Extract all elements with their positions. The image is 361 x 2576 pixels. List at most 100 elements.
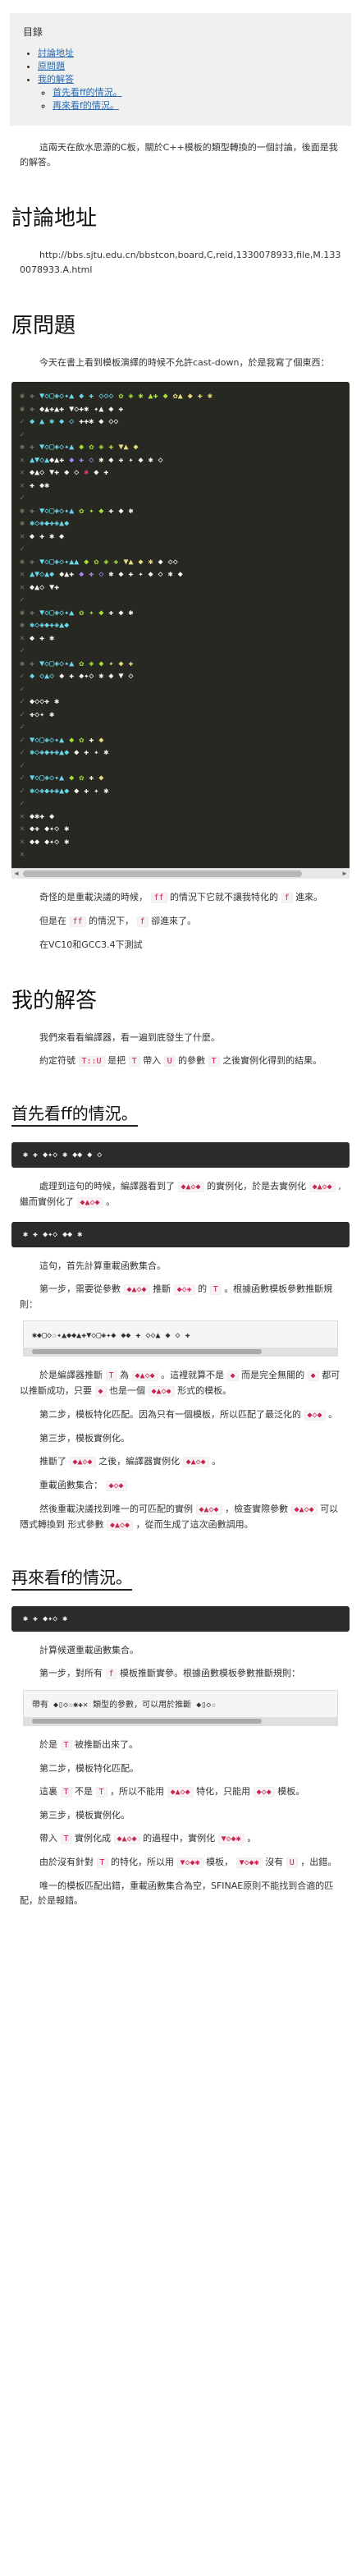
toc-link-problem[interactable]: 原問題	[38, 61, 65, 71]
ff-p2: 這句，首先計算重載函數集合。	[39, 1260, 166, 1271]
ff-p1: 處理到這句的時候，編譯器看到了 ◆▲◇◆ 的實例化，於是去實例化 ◆▲◇◆ ,繼…	[20, 1179, 341, 1210]
code-line: ✱ ✱◇◈◆✚◈▲◆	[20, 621, 70, 630]
scroll-left-icon[interactable]: ◀	[11, 869, 21, 879]
text: 第一步，需要從參數	[39, 1283, 121, 1294]
code-line: ✱ ✚ ▼◇▢◈◇✦▲ ✿ ✦ ◆ ✚ ◆ ✱	[20, 506, 134, 516]
text: 為	[120, 1369, 130, 1380]
code-line: ✓	[20, 646, 25, 655]
text: 推斷	[153, 1283, 171, 1294]
code-line: ✓	[20, 723, 25, 732]
scroll-thumb[interactable]	[32, 1718, 262, 1724]
code-line: ✕ ▲▼◇▲◆ ◆▲✚ ◆ ✚ ◇ ✱ ◆ ✚ ✦ ◆ ◇ ✱ ◆	[20, 570, 183, 579]
inline-code: ◆▲◇◆	[76, 1196, 103, 1208]
text: 約定符號	[39, 1054, 75, 1066]
text: 之後，編譯器實例化	[98, 1455, 180, 1467]
inline-code: T	[96, 1857, 108, 1868]
code-line: ✓ ✚◇✦ ✱	[20, 709, 55, 719]
inline-code: T	[60, 1786, 72, 1798]
inline-code: ◆▲◇◆	[195, 1504, 222, 1515]
horizontal-scrollbar[interactable]	[24, 1347, 337, 1356]
problem-p2: 奇怪的是重載決議的時候， ff 的情況下它就不讓我特化的 f 進來。	[20, 890, 341, 906]
heading-f-text: 再來看f的情況。	[11, 1567, 133, 1591]
ff-p6: 第三步，模板實例化。	[39, 1432, 130, 1444]
text: 特化，只能用	[196, 1785, 251, 1797]
text: 。這裡就算不是	[161, 1369, 225, 1380]
code-line: ✓	[20, 429, 25, 439]
discussion-url[interactable]: http://bbs.sjtu.edu.cn/bbstcon,board,C,r…	[20, 250, 340, 275]
code-block[interactable]: 帶有 ◆▯◇☆✱✚✕ 類型的參數，可以用於推斷 ◆▯◇☆	[23, 1689, 338, 1726]
code-line: ✕	[20, 850, 25, 859]
code-line: ✓ ✱◇◈◆✚◈▲◆ ◆ ✚ ✦ ✱	[20, 786, 109, 796]
horizontal-scrollbar[interactable]	[24, 1716, 337, 1725]
answer-p1: 我們來看看編譯器，看一遍到底發生了什麼。	[39, 1031, 220, 1043]
inline-code: ◆▲◇◆	[123, 1283, 150, 1295]
code-snippet: ✱ ✚ ◆✦◇ ✱	[11, 1605, 350, 1632]
text: 帶入	[39, 1832, 57, 1844]
code-line: ✕ ◆ ✚ ✱	[20, 633, 55, 643]
problem-p1: 今天在書上看到模板演繹的時候不允許cast-down，於是我寫了個東西：	[39, 357, 330, 368]
toc-link-ff[interactable]: 首先看ff的情況。	[53, 87, 122, 98]
ff-p4: 於是編譯器推斷 T 為 ◆▲◇◆ 。這裡就算不是 ◆ 而是完全無關的 ◆ 都可以…	[20, 1368, 341, 1399]
table-of-contents: 目錄 討論地址 原問題 我的解答 首先看ff的情況。 再來看f的情況。	[10, 13, 351, 126]
code-snippet: ✱ ✚ ◆✦◇ ◆◆ ✱	[11, 1221, 350, 1247]
code-line: ✓	[20, 684, 25, 694]
toc-link-f[interactable]: 再來看f的情況。	[53, 100, 119, 111]
text: 的	[198, 1283, 208, 1294]
text: 模板。	[277, 1785, 305, 1797]
code-line: ✓ ◆ ◇▲◇ ◆ ✚ ◆✦◇ ✱ ◆ ▼ ◇	[20, 672, 134, 681]
toc-item: 我的解答 首先看ff的情況。 再來看f的情況。	[38, 73, 338, 112]
heading-ff-text: 首先看ff的情況。	[11, 1103, 138, 1127]
inline-code: U	[286, 1857, 298, 1868]
toc-list: 討論地址 原問題 我的解答 首先看ff的情況。 再來看f的情況。	[23, 47, 338, 112]
inline-code: ◆▲◇◆	[148, 1385, 175, 1397]
problem-p4: 在VC10和GCC3.4下測試	[39, 939, 143, 950]
text: 的情況下，	[89, 915, 135, 926]
text: 但是在	[39, 915, 66, 926]
inline-code: ◆▲◇◆	[113, 1833, 140, 1844]
inline-code: T	[60, 1739, 72, 1751]
inline-code: ◆▲◇◆	[290, 1504, 318, 1515]
horizontal-scrollbar[interactable]: ◀ ▶	[11, 867, 350, 879]
text: 帶入	[143, 1054, 162, 1066]
scroll-thumb[interactable]	[23, 870, 302, 877]
code-line: ✕ ◆✱✚ ◆	[20, 811, 55, 821]
text: 於是編譯器推斷	[39, 1369, 103, 1380]
inline-code: ◆▲◇◆	[182, 1456, 209, 1467]
f-p4: 第二步，模板特化匹配。	[39, 1762, 139, 1774]
code-block[interactable]: ✱◆▢◇☆✦▲◆◆▲✚▼◇▢◈✦◆ ◆◆ ✚ ◇◇▲ ◆ ◇ ✚	[23, 1320, 338, 1357]
text: 不是	[75, 1785, 94, 1797]
discussion-url-para: http://bbs.sjtu.edu.cn/bbstcon,board,C,r…	[20, 248, 341, 278]
inline-code: ◆	[226, 1370, 239, 1381]
code-terminal[interactable]: ✱ ✚ ▼◇▢◈◇✦▲ ◆ ✚ ◇◇◇ ✿ ◈ ✱ ▲✚ ◆ ✿▲ ◆ ✚ ✱ …	[11, 382, 350, 879]
code-line: ✓ ▼◇▢◈◇✦▲ ◆ ✿ ✚ ◆	[20, 735, 104, 745]
inline-code: ff	[69, 916, 86, 927]
code-line: ✱ ✚ ▼◇▢◈◇✦▲ ◆ ✿ ◈ ✚ ▼▲ ◆	[20, 443, 139, 452]
text: 這裏	[39, 1785, 57, 1797]
text: 於是	[39, 1738, 57, 1750]
inline-code: ◆	[307, 1370, 319, 1381]
toc-link-answer[interactable]: 我的解答	[38, 74, 74, 85]
text: ，檢查實際參數	[225, 1503, 289, 1514]
text: 的特化，所以用	[111, 1856, 175, 1867]
f-p9: 唯一的模板匹配出錯，重載函數集合為空，SFINAE原則不能找到合適的匹配，於是報…	[20, 1880, 334, 1906]
inline-code: f	[281, 892, 293, 903]
scroll-right-icon[interactable]: ▶	[340, 869, 350, 879]
scroll-thumb[interactable]	[32, 1348, 262, 1354]
inline-code: ▼◇◆✱	[176, 1857, 203, 1868]
code-line: ✓ ▼◇▢◈◇✦▲ ◆ ✿ ✚ ◆	[20, 774, 104, 783]
code-line: ✕ ◆◆ ◆✦◇ ✱	[20, 837, 70, 847]
text: 的過程中，實例化	[143, 1832, 216, 1844]
code-line: ✓ ◆ ▲ ✱ ◆ ◇ ✚✚✱ ◆ ◇◇	[20, 417, 119, 426]
ff-p7: 推斷了 ◆▲◇◆ 之後，編譯器實例化 ◆▲◇◆ 。	[20, 1454, 341, 1470]
code-line: ✱ ✚ ▼◇▢◈◇✦▲ ✿ ✦ ◆ ✚ ◆ ✱	[20, 608, 134, 618]
inline-code: ◆▲◇◆	[69, 1456, 96, 1467]
text: 模板，	[206, 1856, 234, 1867]
code-line: ✱ ✚ ▼◇▢◈◇✦▲ ✿ ◈ ◆ ✦ ◆ ✚	[20, 659, 134, 668]
inline-code: T	[208, 1055, 220, 1067]
code-line: ✱ ✚ ◆▲✚▲✚ ▼◇✚✱ ✦▲ ◆ ✚	[20, 404, 124, 414]
text: 實例化成	[75, 1832, 112, 1844]
inline-code: ◆◇◆	[253, 1786, 275, 1798]
code-line: ✓ ✱◇◈◆✚◈▲◆ ◆ ✚ ✦ ✱	[20, 748, 109, 757]
toc-link-discussion[interactable]: 討論地址	[38, 48, 74, 58]
inline-code: ◆▲◇◆	[107, 1519, 134, 1531]
